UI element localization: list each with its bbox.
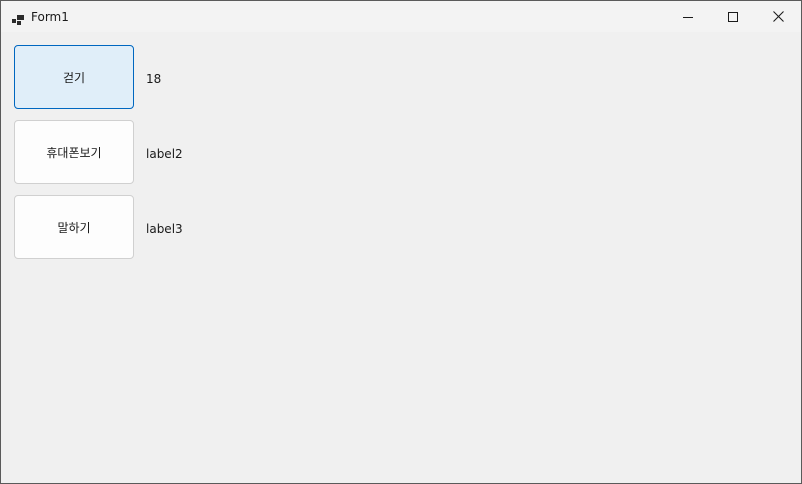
label3: label3 — [146, 222, 183, 236]
phone-button-label: 휴대폰보기 — [46, 145, 102, 160]
window-title: Form1 — [31, 10, 69, 24]
minimize-icon — [683, 12, 693, 22]
minimize-button[interactable] — [665, 1, 711, 32]
walk-button-label: 걷기 — [62, 70, 86, 85]
label1: 18 — [146, 72, 162, 86]
title-bar[interactable]: Form1 — [1, 1, 801, 32]
form-client-area: 걷기 18 휴대폰보기 label2 말하기 label3 — [1, 32, 801, 483]
close-button[interactable] — [755, 1, 801, 32]
label2: label2 — [146, 147, 183, 161]
talk-button-label: 말하기 — [57, 220, 91, 235]
form-app-icon — [12, 11, 24, 25]
maximize-icon — [728, 11, 738, 22]
walk-button[interactable]: 걷기 — [14, 45, 134, 109]
close-icon — [772, 11, 784, 22]
talk-button[interactable]: 말하기 — [14, 195, 134, 259]
maximize-button[interactable] — [710, 1, 756, 32]
phone-button[interactable]: 휴대폰보기 — [14, 120, 134, 184]
form-window: Form1 걷기 18 휴대폰보기 label2 말하기 label3 — [0, 0, 802, 484]
